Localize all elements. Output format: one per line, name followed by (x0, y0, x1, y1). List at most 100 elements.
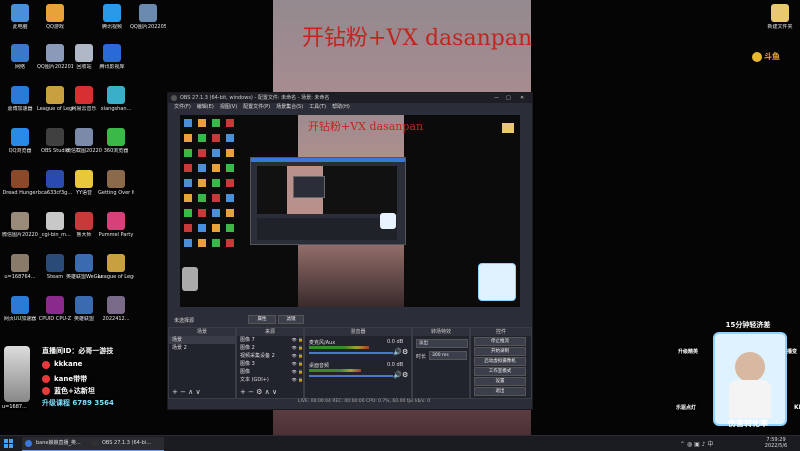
desktop-icon[interactable]: QQ游戏 (37, 4, 73, 30)
desktop-icon[interactable]: 嘉博加速器 (2, 86, 38, 112)
scene-item[interactable]: 场景 (169, 336, 235, 344)
app-icon (75, 170, 93, 188)
menu-item[interactable]: 场景集合(S) (276, 104, 303, 110)
presenter-body (729, 380, 771, 418)
desktop-icon[interactable]: u=168764... (2, 254, 38, 280)
tray-clock[interactable]: 7:59:29 2022/5/6 (756, 437, 796, 449)
desktop-gear-icon[interactable]: ⚙ (402, 371, 408, 379)
source-label: 文本 (GDI+) (240, 377, 269, 383)
desktop-icon[interactable]: League of Legends (98, 254, 134, 280)
preview-icon (198, 239, 206, 247)
desktop-icon[interactable]: 腾讯视频 (94, 4, 130, 30)
visibility-lock-icon[interactable]: 👁 🔒 (292, 336, 303, 344)
close-icon[interactable]: ✕ (520, 93, 524, 103)
maximize-icon[interactable]: □ (506, 93, 511, 103)
overlay-line-3: kane带带 (54, 375, 88, 383)
desktop-icon-label: League of Legends (98, 274, 134, 280)
desktop-icon-label: 腾讯视频 (101, 24, 122, 30)
desktop-icon[interactable]: 新建文件夹 (762, 4, 798, 30)
desktop-icon[interactable]: Getting Over It wi... (98, 170, 134, 196)
video-overlay-text: 开钻粉+VX dasanpan (302, 26, 533, 51)
desktop-icon[interactable]: 此电脑 (2, 4, 38, 30)
desktop-icon[interactable]: xiangshan... (98, 86, 134, 112)
transition-type-select[interactable]: 淡出 (416, 339, 468, 348)
mic-gear-icon[interactable]: ⚙ (402, 348, 408, 356)
mic-volume-slider[interactable] (309, 352, 393, 354)
source-item[interactable]: 图像 👁 🔒 (237, 368, 303, 376)
astronaut-avatar (4, 346, 30, 402)
properties-button[interactable]: 属性 (248, 315, 276, 324)
control-button[interactable]: 开始录制 (474, 347, 526, 356)
minimize-icon[interactable]: — (494, 93, 499, 103)
source-item[interactable]: 图像 3 👁 🔒 (237, 360, 303, 368)
visibility-lock-icon[interactable]: 👁 🔒 (292, 344, 303, 352)
desktop-icon[interactable]: YY语音 (66, 170, 102, 196)
preview-icon (226, 224, 234, 232)
duration-label: 时长 (416, 354, 427, 360)
mic-speaker-icon[interactable]: 🔊 (393, 348, 402, 356)
desktop-icon[interactable]: 微信截图2022042... (66, 128, 102, 154)
desktop-icon-label: 微信截图2022042... (66, 148, 102, 154)
scenes-dock-title: 场景 (169, 328, 235, 336)
overlay-room-id: 直播间ID：必哥一游技 (42, 347, 114, 355)
source-item[interactable]: 图像 2 👁 🔒 (237, 344, 303, 352)
duration-input[interactable]: 300 ms (429, 351, 467, 360)
desktop-icon[interactable]: QQ浏览器 (2, 128, 38, 154)
desktop-icon[interactable]: Pummel Party (98, 212, 134, 238)
obs-window[interactable]: OBS 27.1.3 (64-bit, windows) - 配置文件: 未命名… (167, 92, 533, 410)
menu-item[interactable]: 文件(F) (174, 104, 191, 110)
filters-button[interactable]: 滤镜 (278, 315, 304, 324)
obs-titlebar[interactable]: OBS 27.1.3 (64-bit, windows) - 配置文件: 未命名… (168, 93, 532, 103)
desktop-icon-label: xiangshan... (100, 106, 132, 112)
source-add-remove-buttons[interactable]: + − ⚙ ∧ ∨ (240, 388, 277, 396)
sources-dock: 来源 图像 7 👁 🔒 图像 2 👁 🔒 视频采集设备 2 👁 🔒 图像 3 👁 🔒 图… (236, 327, 304, 399)
desktop-icon-label: 360浏览器 (103, 148, 129, 154)
source-item[interactable]: 视频采集设备 2 👁 🔒 (237, 352, 303, 360)
visibility-lock-icon[interactable]: 👁 🔒 (292, 368, 303, 376)
app-icon (75, 44, 93, 62)
desktop-volume-slider[interactable] (309, 375, 393, 377)
control-button[interactable]: 退出 (474, 387, 526, 396)
menu-item[interactable]: 配置文件(P) (243, 104, 270, 110)
visibility-lock-icon[interactable]: 👁 🔒 (292, 360, 303, 368)
desktop-icon[interactable]: Dread Hunger (2, 170, 38, 196)
menu-item[interactable]: 编辑(E) (197, 104, 214, 110)
preview-icon (184, 194, 192, 202)
desktop-icon[interactable]: 网络 (2, 44, 38, 70)
visibility-lock-icon[interactable]: 👁 🔒 (292, 376, 303, 384)
desktop-speaker-icon[interactable]: 🔊 (393, 371, 402, 379)
desktop-icon[interactable]: 微信图片2022041... (2, 212, 38, 238)
transitions-dock-title: 转场特效 (413, 328, 469, 336)
desktop-icon[interactable]: 2022412... (98, 296, 134, 322)
desktop-icon[interactable]: 英雄联盟 (66, 296, 102, 322)
app-icon (75, 296, 93, 314)
desktop-icon[interactable]: 鲁大师 (66, 212, 102, 238)
task-obs[interactable]: OBS 27.1.3 (64-bi... (88, 437, 164, 451)
menu-item[interactable]: 视图(V) (220, 104, 237, 110)
desktop-icon[interactable]: 网易云音乐 (66, 86, 102, 112)
desktop-icon[interactable]: 英雄联盟WeGame版 (66, 254, 102, 280)
tray-icons[interactable]: ⌃ ◍ ▣ ♪ 中 (680, 439, 713, 448)
preview-icon (226, 179, 234, 187)
obs-preview[interactable]: 开钻粉+VX dasanpan (180, 115, 520, 307)
app-icon (11, 254, 29, 272)
control-button[interactable]: 启动虚拟摄像机 (474, 357, 526, 366)
windows-start-icon[interactable] (4, 439, 13, 448)
source-item[interactable]: 文本 (GDI+) 👁 🔒 (237, 376, 303, 384)
control-button[interactable]: 设置 (474, 377, 526, 386)
source-item[interactable]: 图像 7 👁 🔒 (237, 336, 303, 344)
menu-item[interactable]: 工具(T) (309, 104, 326, 110)
desktop-icon[interactable]: 网页UU加速器 (2, 296, 38, 322)
visibility-lock-icon[interactable]: 👁 🔒 (292, 352, 303, 360)
preview-icon (184, 119, 192, 127)
menu-item[interactable]: 帮助(H) (332, 104, 350, 110)
control-button[interactable]: 工作室模式 (474, 367, 526, 376)
task-browser[interactable]: bane娘娘直播_英... (22, 437, 96, 451)
desktop-icon[interactable]: 腾讯影视库 (94, 44, 130, 70)
control-button[interactable]: 停止推流 (474, 337, 526, 346)
scene-add-remove-buttons[interactable]: + − ∧ ∨ (172, 388, 201, 396)
desktop-icon[interactable]: 360浏览器 (98, 128, 134, 154)
preview-icon (184, 224, 192, 232)
desktop-icon[interactable]: QQ图片2022050... (130, 4, 166, 30)
scene-item[interactable]: 场景 2 (169, 344, 235, 352)
